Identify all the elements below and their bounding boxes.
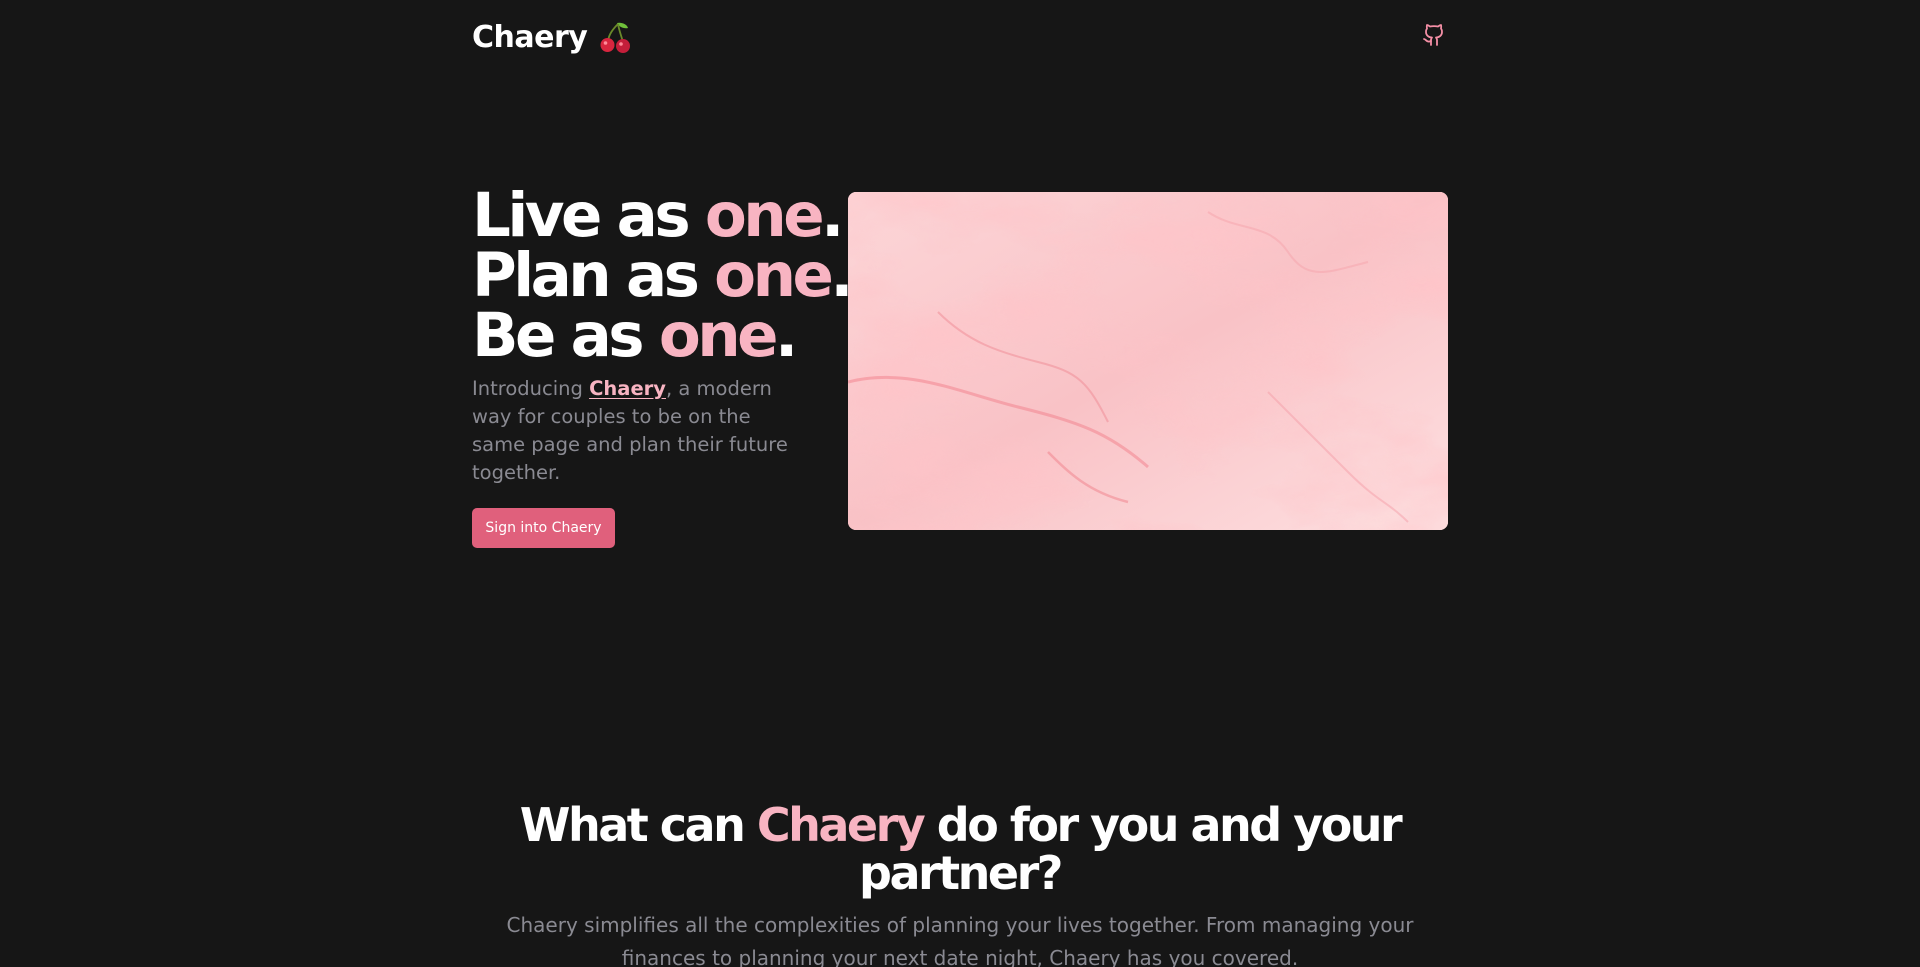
hero-desc-intro: Introducing — [472, 377, 590, 400]
features-title: What can Chaery do for you and your partn… — [0, 801, 1920, 897]
landing-page: Chaery Live as one. Plan as one. Be as o… — [0, 0, 1920, 967]
features-title-rest: do for you and your — [923, 798, 1403, 852]
hero-brand-link[interactable]: Chaery — [589, 377, 666, 400]
hero-line-1: Live as one. — [472, 185, 844, 246]
hero-headline: Live as one. Plan as one. Be as one. — [472, 185, 854, 366]
hero-description: Introducing Chaery, a modern way for cou… — [472, 375, 802, 487]
brand-name: Chaery — [472, 19, 588, 55]
brand-logo-link[interactable]: Chaery — [472, 19, 633, 55]
github-icon — [1422, 23, 1446, 51]
features-title-intro: What can — [519, 798, 757, 852]
github-link[interactable] — [1420, 23, 1448, 51]
hero-line-suffix: . — [775, 300, 798, 371]
features-title-accent: Chaery — [756, 798, 926, 852]
hero-image — [848, 192, 1448, 530]
cherry-icon — [597, 19, 633, 55]
hero-line-3-text: Be as — [472, 300, 659, 371]
hero-line-3: Be as one. — [472, 305, 812, 366]
hero-accent-word: one — [658, 300, 779, 371]
hero-line-2: Plan as one. — [472, 245, 854, 306]
site-header: Chaery — [472, 14, 1448, 60]
features-subtitle: Chaery simplifies all the complexities o… — [506, 913, 1414, 967]
sign-in-button[interactable]: Sign into Chaery — [472, 508, 615, 548]
features-title-line-2: partner? — [859, 846, 1063, 900]
hero-section: Live as one. Plan as one. Be as one. Int… — [472, 185, 854, 507]
